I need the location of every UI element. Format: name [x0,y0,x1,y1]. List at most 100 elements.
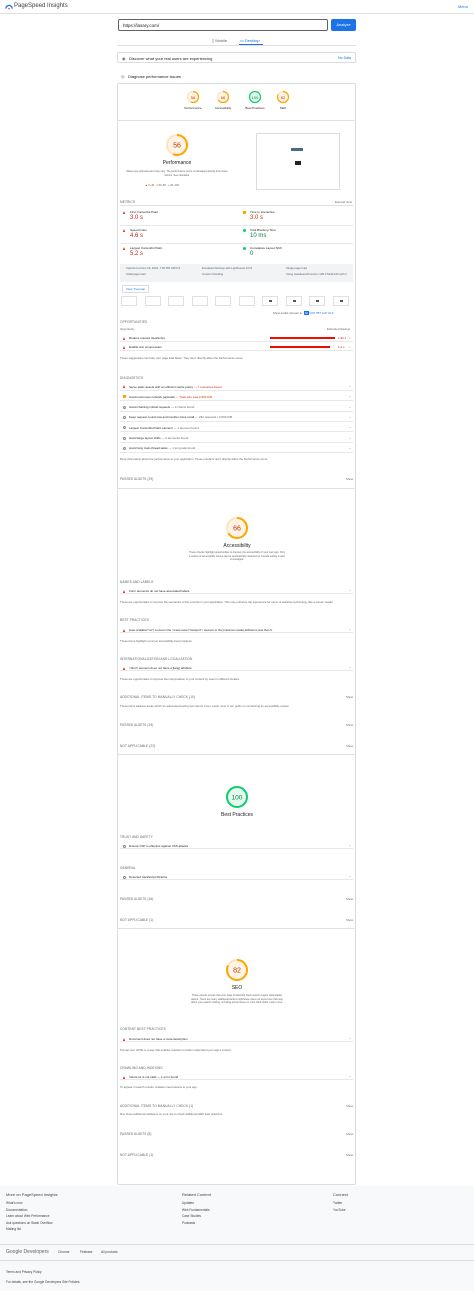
diagnostic-row[interactable]: Keep request counts low and transfer siz… [120,413,353,422]
accessibility-gauge: 66 [226,517,248,539]
filter-tbt[interactable]: TBT [316,311,321,315]
footer-link[interactable]: Learn about Web Performance [6,1214,50,1218]
diagnostic-detail: — Total size was 2,962 KiB [174,394,212,399]
tab-mobile[interactable]: ▯ Mobile [212,38,227,43]
audit-filter: Show audits relevant to: All FCP TBT LCP… [273,311,333,315]
app-title[interactable]: PageSpeed Insights [14,3,68,9]
opportunities-heading: OPPORTUNITIES [120,320,148,324]
a11y-passed-show[interactable]: Show [346,723,353,727]
diagnostic-row[interactable]: Avoid enormous network payloads — Total … [120,392,353,402]
footer-link[interactable]: YouTube [333,1208,346,1212]
seo-manual-note: Run these additional validators on your … [120,1112,223,1116]
metric-value: 10 ms [250,233,267,239]
footer-link-chrome[interactable]: Chrome [58,1250,69,1254]
best-practices-title: Best Practices [221,812,253,818]
content-note: Format your HTML in a way that enables c… [120,1048,232,1052]
footer-link[interactable]: Twitter [333,1201,342,1205]
url-input[interactable]: https://lasary.com/ [118,19,328,31]
accessibility-desc: These checks highlight opportunities to … [188,551,286,561]
seo-manual-heading[interactable]: ADDITIONAL ITEMS TO MANUALLY CHECK (1) [120,1104,193,1108]
legend-fail: 0–49 [148,184,155,187]
filter-fcp[interactable]: FCP [310,311,316,315]
performance-gauge: 56 [166,134,188,156]
a11y-na-show[interactable]: Show [346,744,353,748]
view-treemap-button[interactable]: View Treemap [122,285,150,293]
footer-link[interactable]: Web Fundamentals [182,1208,210,1212]
bp-na[interactable]: NOT APPLICABLE (1) [120,918,153,922]
score-gauge-1[interactable]: 66 [216,90,230,104]
filter-lcp[interactable]: LCP [322,311,327,315]
chevron-down-icon: ⌄ [348,404,351,409]
opportunity-row[interactable]: Reduce unused JavaScript 1.92 s ⌄ [120,334,353,342]
audit-row[interactable]: <html> element does not have a [lang] at… [120,665,353,671]
diagnostic-row[interactable]: Serve static assets with an efficient ca… [120,382,353,391]
footer-link[interactable]: Documentation [6,1208,27,1212]
diagnostic-label: Largest Contentful Paint element — 1 ele… [129,425,199,430]
filter-cls[interactable]: CLS [328,311,333,315]
score-gauge-3[interactable]: 82 [276,90,290,104]
footer-link[interactable]: Case Studies [182,1214,201,1218]
google-developers-logo[interactable]: Google Developers [6,1249,49,1255]
bp-na-show[interactable]: Show [346,918,353,922]
audit-row[interactable]: Form elements do not have associated lab… [120,588,353,594]
opportunity-row[interactable]: Enable text compression 1.4 s ⌄ [120,343,353,351]
audit-row[interactable]: robots.txt is not valid — 1 error found ⌄ [120,1074,353,1080]
filter-all[interactable]: All [303,311,309,315]
a11y-manual-show[interactable]: Show [346,695,353,699]
trust-heading: TRUST AND SAFETY [120,835,153,839]
seo-manual-show[interactable]: Show [346,1104,353,1108]
metric-status-icon [243,247,246,250]
page-screenshot [256,133,340,190]
perf-passed-show[interactable]: Show [346,477,353,481]
diagnostic-row[interactable]: Avoid chaining critical requests — 3 cha… [120,403,353,412]
analyze-button[interactable]: Analyze [331,19,356,31]
chevron-down-icon: ⌄ [348,843,351,847]
diagnostic-row[interactable]: Avoid long main-thread tasks — 1 long ta… [120,444,353,453]
expand-view-link[interactable]: Expand view [335,200,352,204]
diagnostic-detail: — 1 element found [172,425,199,430]
audit-row[interactable]: [user-scalable="no"] is used in the <met… [120,627,353,633]
footer-link[interactable]: Podcasts [182,1221,195,1225]
footer-link-firebase[interactable]: Firebase [80,1250,92,1254]
bp-passed[interactable]: PASSED AUDITS (16) [120,897,153,901]
bp-passed-show[interactable]: Show [346,897,353,901]
terms-link[interactable]: Terms and Privacy Policy [6,1270,42,1274]
intl-heading: INTERNATIONALIZATION AND LOCALIZATION [120,657,193,661]
best-practices-gauge: 100 [226,786,248,808]
a11y-passed[interactable]: PASSED AUDITS (19) [120,723,153,727]
diagnostic-detail: — 1 long task found [167,446,196,451]
info-icon [123,436,126,440]
a11y-na[interactable]: NOT APPLICABLE (22) [120,744,155,748]
a11y-manual-heading[interactable]: ADDITIONAL ITEMS TO MANUALLY CHECK (10) [120,695,195,699]
score-gauge-0[interactable]: 56 [186,90,200,104]
crux-section[interactable]: ◉ Discover what your real users are expe… [117,52,356,63]
savings-bar [270,337,335,339]
diagnostic-row[interactable]: Avoid large layout shifts — 2 elements f… [120,434,353,443]
menu-button[interactable]: Menu [458,4,468,9]
run-info-single: Single page load [286,266,307,270]
audit-row[interactable]: Detected JavaScript libraries ⌄ [120,874,353,880]
score-label: Accessibility [214,106,232,110]
footer-link[interactable]: Ask questions on Stack Overflow [6,1221,53,1225]
footer-link[interactable]: What's new [6,1201,22,1205]
seo-passed[interactable]: PASSED AUDITS (8) [120,1132,152,1136]
perf-passed-audits[interactable]: PASSED AUDITS (29) [120,477,153,481]
footer-link[interactable]: Updates [182,1201,194,1205]
site-policies[interactable]: For details, see the Google Developers S… [6,1280,80,1284]
audit-row[interactable]: Ensure CSP is effective against XSS atta… [120,843,353,849]
score-gauge-2[interactable]: 100 [248,90,262,104]
seo-passed-show[interactable]: Show [346,1132,353,1136]
chevron-down-icon: ⌄ [348,414,351,419]
metric-status-icon [123,229,125,232]
seo-na-show[interactable]: Show [346,1153,353,1157]
no-data-link[interactable]: No Data [338,56,351,60]
audit-row[interactable]: Document does not have a meta descriptio… [120,1036,353,1042]
tab-desktop[interactable]: ▭ Desktop [240,38,260,43]
seo-na[interactable]: NOT APPLICABLE (1) [120,1153,153,1157]
chevron-down-icon: ⌄ [348,425,351,430]
info-icon [123,415,126,419]
footer-link-all[interactable]: All products [101,1250,118,1254]
diagnostic-row[interactable]: Largest Contentful Paint element — 1 ele… [120,423,353,433]
footer-link[interactable]: Mailing list [6,1227,21,1231]
audit-label: robots.txt is not valid — 1 error found [129,1075,179,1079]
